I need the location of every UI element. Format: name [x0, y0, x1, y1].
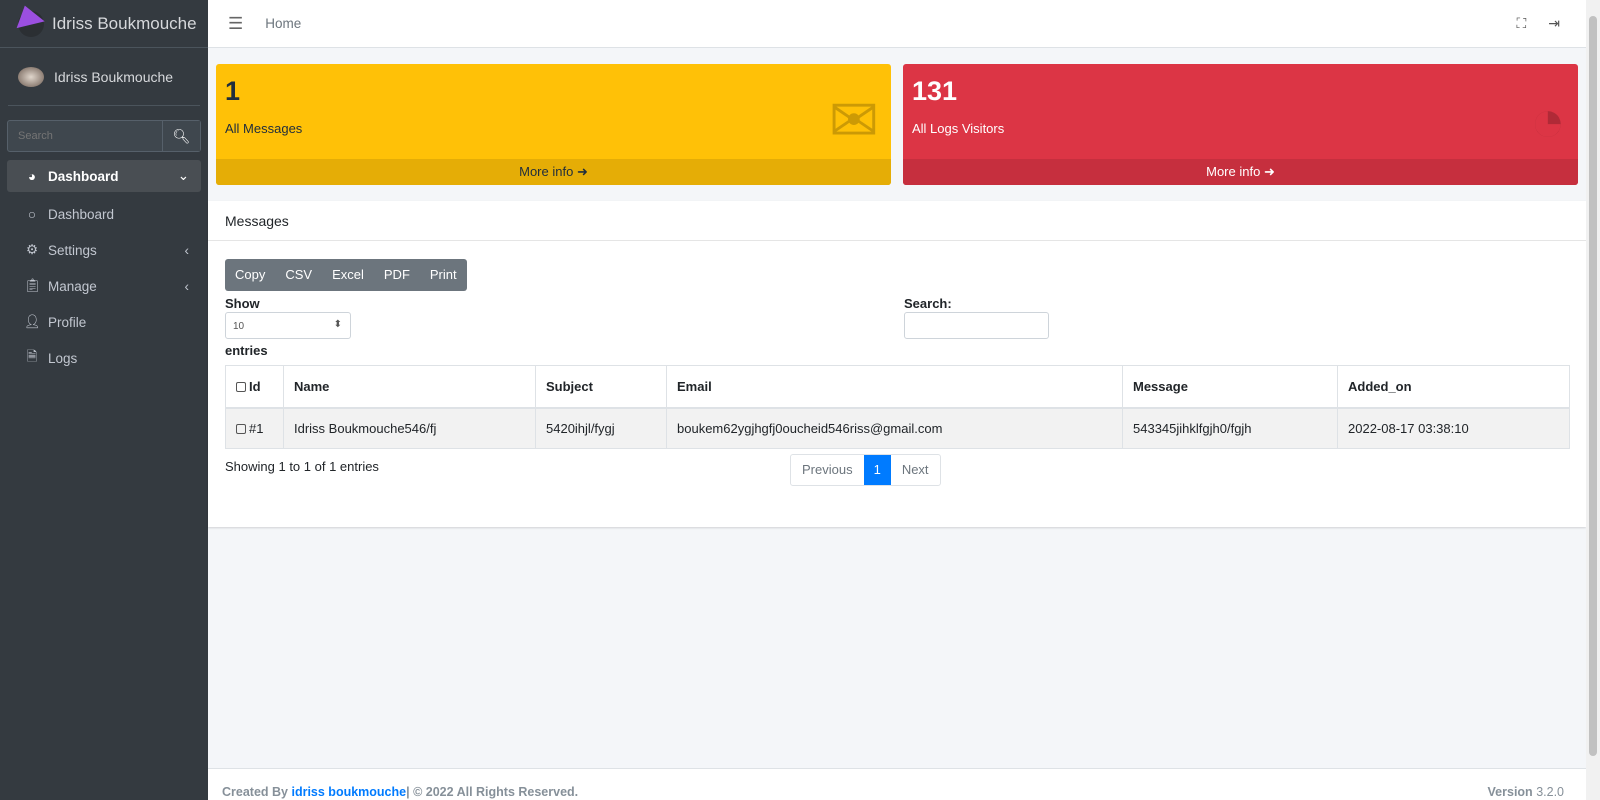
scrollbar-thumb[interactable]: [1589, 16, 1597, 756]
avatar: [18, 66, 44, 87]
version-label: Version: [1487, 785, 1533, 799]
sidebar-search: 🔍︎: [7, 120, 201, 152]
clipboard-icon: 📋︎: [24, 278, 42, 293]
brand-name: Idriss Boukmouche: [52, 13, 197, 33]
previous-button[interactable]: Previous: [791, 455, 864, 485]
chevron-down-icon: ⌄: [177, 168, 189, 183]
author-link[interactable]: idriss boukmouche: [291, 785, 406, 799]
messages-card: 1 All Messages ✉ More info ➜: [216, 64, 891, 185]
messages-table: Id Name Subject Email Message Added_on #…: [225, 365, 1570, 449]
sidebar-item-profile[interactable]: 👤︎ Profile: [7, 304, 201, 340]
messages-panel: Messages Copy CSV Excel PDF Print Show 1…: [208, 201, 1586, 527]
sidebar-item-dashboard-menu[interactable]: ◕ Dashboard ⌄: [7, 160, 201, 192]
print-button[interactable]: Print: [420, 259, 467, 291]
cell-subject: 5420ihjl/fygj: [535, 407, 667, 449]
table-row[interactable]: #1 Idriss Boukmouche546/fj 5420ihjl/fygj…: [225, 407, 1570, 449]
arrow-circle-right-icon: ➜: [1263, 164, 1275, 179]
footer-created: Created By: [222, 785, 292, 799]
search-label: Search:: [904, 296, 952, 311]
page-1-button[interactable]: 1: [863, 455, 891, 485]
brand-link[interactable]: Idriss Boukmouche: [0, 0, 208, 48]
copy-button[interactable]: Copy: [225, 259, 275, 291]
card-label: All Messages: [225, 121, 303, 136]
fullscreen-icon[interactable]: ⛶: [1516, 15, 1526, 32]
select-all-checkbox[interactable]: [236, 381, 246, 392]
more-info-link[interactable]: More info ➜: [216, 159, 891, 185]
sidebar-item-logs[interactable]: 🗎︎ Logs: [7, 340, 201, 376]
cell-id: #1: [225, 407, 284, 449]
card-value: 131: [912, 76, 958, 106]
version: Version 3.2.0: [1488, 785, 1564, 799]
hamburger-icon[interactable]: ☰: [228, 14, 243, 34]
pdf-button[interactable]: PDF: [374, 259, 420, 291]
export-buttons: Copy CSV Excel PDF Print: [225, 259, 467, 291]
cell-text: #1: [249, 420, 264, 436]
excel-button[interactable]: Excel: [322, 259, 374, 291]
cell-email: boukem62ygjhgfj0oucheid546riss@gmail.com: [666, 407, 1123, 449]
scrollbar[interactable]: [1586, 0, 1600, 800]
sidebar-item-label: Profile: [48, 314, 87, 330]
footer-rights: | © 2022 All Rights Reserved.: [406, 785, 579, 799]
sidebar-search-input[interactable]: [8, 121, 162, 151]
page-length-select[interactable]: 10: [225, 312, 351, 339]
sidebar: Idriss Boukmouche Idriss Boukmouche 🔍︎ ◕…: [0, 0, 208, 800]
col-message[interactable]: Message: [1122, 365, 1338, 409]
footer: Created By idriss boukmouche| © 2022 All…: [208, 768, 1586, 800]
envelope-icon: ✉: [828, 87, 879, 154]
home-link[interactable]: Home: [265, 16, 301, 31]
file-icon: 🗎︎: [26, 348, 38, 364]
logout-icon[interactable]: ⇥: [1548, 15, 1560, 32]
sidebar-item-label: Dashboard: [48, 206, 115, 222]
more-info-link[interactable]: More info ➜: [903, 159, 1578, 185]
sidebar-item-label: Dashboard: [48, 168, 119, 184]
col-label: Id: [249, 378, 261, 394]
cell-added-on: 2022-08-17 03:38:10: [1337, 407, 1570, 449]
table-info: Showing 1 to 1 of 1 entries: [225, 459, 379, 474]
row-checkbox[interactable]: [236, 423, 246, 434]
csv-button[interactable]: CSV: [275, 259, 322, 291]
table-search-input[interactable]: [904, 312, 1049, 339]
tachometer-icon: ◕: [27, 168, 37, 184]
entries-label: entries: [225, 343, 268, 358]
table-header-row: Id Name Subject Email Message Added_on: [225, 365, 1570, 409]
sidebar-item-label: Settings: [48, 242, 97, 258]
arrow-circle-right-icon: ➜: [576, 164, 588, 179]
more-info-label: More info: [1206, 164, 1261, 179]
cell-name: Idriss Boukmouche546/fj: [283, 407, 536, 449]
more-info-label: More info: [519, 164, 574, 179]
logs-card: 131 All Logs Visitors ◔ More info ➜: [903, 64, 1578, 185]
brand-logo-icon: [18, 10, 44, 37]
col-subject[interactable]: Subject: [535, 365, 667, 409]
show-label: Show: [225, 296, 260, 311]
pie-chart-icon: ◔: [1529, 87, 1566, 154]
chevron-left-icon: ‹: [184, 242, 190, 258]
user-icon: 👤︎: [24, 314, 42, 329]
sidebar-item-label: Logs: [48, 350, 78, 366]
top-navbar: ☰ Home ⛶ ⇥: [208, 0, 1600, 48]
panel-title: Messages: [208, 201, 1586, 241]
card-value: 1: [225, 76, 241, 106]
gear-icon: ⚙: [25, 242, 39, 257]
user-panel[interactable]: Idriss Boukmouche: [8, 48, 200, 106]
sidebar-item-label: Manage: [48, 278, 97, 294]
sidebar-item-manage[interactable]: 📋︎ Manage ‹: [7, 268, 201, 304]
col-email[interactable]: Email: [666, 365, 1123, 409]
user-name: Idriss Boukmouche: [54, 68, 174, 85]
pagination: Previous 1 Next: [790, 454, 941, 486]
col-added-on[interactable]: Added_on: [1337, 365, 1570, 409]
cell-message: 543345jihklfgjh0/fgjh: [1122, 407, 1338, 449]
sidebar-item-dashboard[interactable]: ○ Dashboard: [7, 196, 201, 232]
circle-icon: ○: [27, 206, 37, 222]
chevron-left-icon: ‹: [184, 278, 190, 294]
col-id[interactable]: Id: [225, 365, 284, 409]
search-icon[interactable]: 🔍︎: [162, 121, 200, 151]
card-label: All Logs Visitors: [912, 121, 1005, 136]
next-button[interactable]: Next: [891, 455, 940, 485]
col-name[interactable]: Name: [283, 365, 536, 409]
sidebar-item-settings[interactable]: ⚙ Settings ‹: [7, 232, 201, 268]
version-number: 3.2.0: [1536, 785, 1564, 799]
